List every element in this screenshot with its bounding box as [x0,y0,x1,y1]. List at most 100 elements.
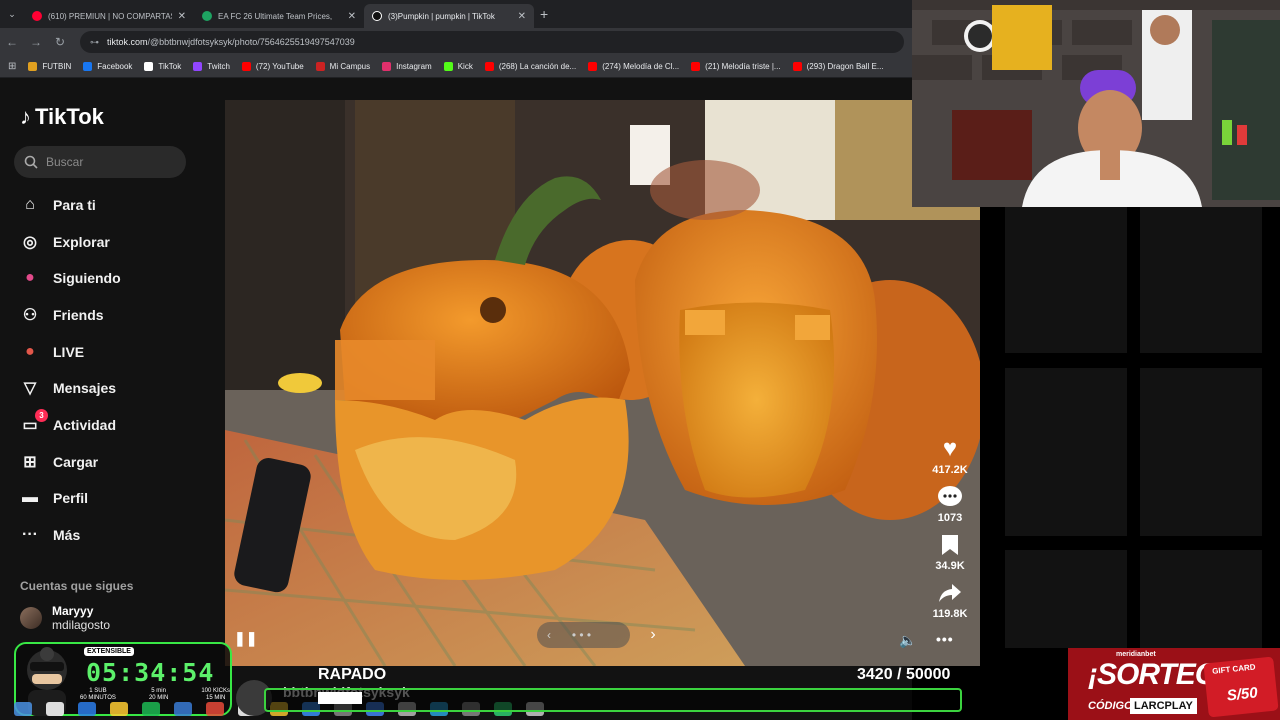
video-tile[interactable] [1005,207,1127,353]
video-tile[interactable] [1005,368,1127,536]
account-name: Maryyy [52,604,94,618]
search-input[interactable] [46,155,176,169]
photo-post-viewer[interactable] [225,100,980,666]
tiktok-logo[interactable]: ♪ TikTok [20,104,104,130]
promo-banner: meridianbet ¡SORTEO! CÓDIGO: LARCPLAY GI… [1068,648,1280,720]
bookmark-item[interactable]: Kick [443,62,473,71]
youtube-favicon-icon [32,11,42,21]
carousel-dots: • • • [571,628,592,642]
browser-tab[interactable]: (610) PREMIUN | NO COMPARTAS ✕ [24,4,194,28]
comment-button[interactable]: 1073 [920,482,980,524]
share-button[interactable]: 119.8K [920,578,980,620]
browser-tab-bar: ⌄ (610) PREMIUN | NO COMPARTAS ✕ EA FC 2… [0,0,912,28]
sidebar-item-siguiendo[interactable]: ● Siguiendo [18,263,121,293]
following-header: Cuentas que sigues [20,579,134,593]
apps-icon[interactable]: ⊞ [8,61,16,72]
gift-card-title: GIFT CARD [1211,662,1257,676]
comment-count: 1073 [937,512,963,524]
close-tab-icon[interactable]: ✕ [178,11,186,22]
search-box[interactable] [14,146,186,178]
new-tab-icon[interactable]: + [540,6,548,22]
sidebar-item-label: Para ti [53,197,96,213]
close-tab-icon[interactable]: ✕ [518,11,526,22]
pumpkin-photo [225,100,980,666]
sidebar-item-actividad[interactable]: ▭ 3 Actividad [18,409,116,440]
bookmark-favicon-icon [241,62,251,71]
sidebar-item-cargar[interactable]: ⊞ Cargar [18,447,98,477]
browser-tab[interactable]: EA FC 26 Ultimate Team Prices, ✕ [194,4,364,28]
sidebar-item-live[interactable]: ● LIVE [18,337,84,367]
video-tile[interactable] [1140,368,1262,536]
bookmark-item[interactable]: Instagram [382,62,432,71]
tiktok-wordmark: TikTok [35,104,104,129]
bookmark-item[interactable]: Twitch [193,62,230,71]
video-tile[interactable] [1140,207,1262,353]
taskbar-app-icon[interactable] [46,702,64,716]
sidebar-item-friends[interactable]: ⚇ Friends [18,300,104,330]
sidebar-item-parati[interactable]: ⌂ Para ti [18,190,96,220]
carousel-prev-icon[interactable]: ‹ [547,628,551,642]
sidebar-item-label: Más [53,527,81,543]
comment-icon [935,482,965,512]
activity-icon: ▭ 3 [18,409,48,437]
pause-icon[interactable]: ❚❚ [234,630,257,647]
taskbar-app-icon[interactable] [142,702,160,716]
sidebar-item-explorar[interactable]: ◎ Explorar [18,227,110,257]
goal-target: / 50000 [897,666,951,683]
tiktok-favicon-icon [372,11,382,21]
bookmark-item[interactable]: Mi Campus [315,62,371,71]
bookmark-label: (293) Dragon Ball E... [806,62,884,71]
following-account[interactable]: Maryyy mdilagosto [20,604,110,632]
carousel-control: ‹ • • • [537,622,630,648]
goal-progress-fill [318,692,362,704]
taskbar-app-icon[interactable] [110,702,128,716]
carousel-next-icon[interactable]: › [642,622,664,648]
forward-icon[interactable]: → [24,35,48,49]
volume-icon[interactable]: 🔈 [899,632,916,649]
bookmark-label: Mi Campus [329,62,371,71]
bookmark-favicon-icon [691,62,701,71]
tab-search-icon[interactable]: ⌄ [0,9,24,20]
bookmark-item[interactable]: FUTBIN [28,62,71,71]
promo-brand: meridianbet [1116,651,1156,658]
bookmark-item[interactable]: (72) YouTube [241,62,304,71]
bookmark-item[interactable]: (21) Melodía triste |... [691,62,781,71]
url-path: /@bbtbnwjdfotsyksyk/photo/75646255194975… [147,37,355,47]
taskbar-app-icon[interactable] [78,702,96,716]
sidebar-item-ms[interactable]: ··· Más [18,520,80,550]
sidebar-item-perfil[interactable]: ▬ Perfil [18,483,88,513]
heart-icon: ♥ [942,435,958,462]
bookmark-item[interactable]: TikTok [144,62,181,71]
sidebar-item-label: Explorar [53,234,110,250]
bookmarks-bar: ⊞ FUTBIN Facebook TikTok Twitch (72) YouTube… [0,56,912,78]
taskbar-app-icon[interactable] [206,702,224,716]
like-count: 417.2K [932,464,968,476]
sidebar-item-mensajes[interactable]: ▽ Mensajes [18,373,116,403]
bookmark-label: FUTBIN [42,62,72,71]
reload-icon[interactable]: ↻ [48,35,72,49]
url-field[interactable]: ⊶ tiktok.com/@bbtbnwjdfotsyksyk/photo/75… [80,31,904,53]
close-tab-icon[interactable]: ✕ [348,11,356,22]
bookmark-button[interactable]: 34.9K [920,530,980,572]
bookmark-label: (274) Melodía de Cl... [602,62,680,71]
video-tile[interactable] [1005,550,1127,648]
bookmark-label: Twitch [207,62,230,71]
bookmark-item[interactable]: (268) La canción de... [484,62,576,71]
more-options-icon[interactable]: ••• [936,631,954,647]
browser-tab-active[interactable]: (3)Pumpkin | pumpkin | TikTok ✕ [364,4,534,28]
bookmark-favicon-icon [193,62,203,71]
bookmark-item[interactable]: (293) Dragon Ball E... [792,62,884,71]
streamer-webcam-image [912,0,1280,207]
bookmark-item[interactable]: Facebook [83,62,132,71]
like-button[interactable]: ♥ 417.2K [920,434,980,476]
site-info-icon[interactable]: ⊶ [90,37,99,48]
avatar [20,607,42,629]
taskbar-app-icon[interactable] [174,702,192,716]
upload-icon: ⊞ [23,454,37,471]
taskbar-app-icon[interactable] [14,702,32,716]
bookmark-item[interactable]: (274) Melodía de Cl... [588,62,679,71]
video-tile[interactable] [1140,550,1262,648]
extensible-badge: EXTENSIBLE [84,647,134,656]
back-icon[interactable]: ← [0,35,24,49]
promo-code-value: LARCPLAY [1130,698,1197,714]
